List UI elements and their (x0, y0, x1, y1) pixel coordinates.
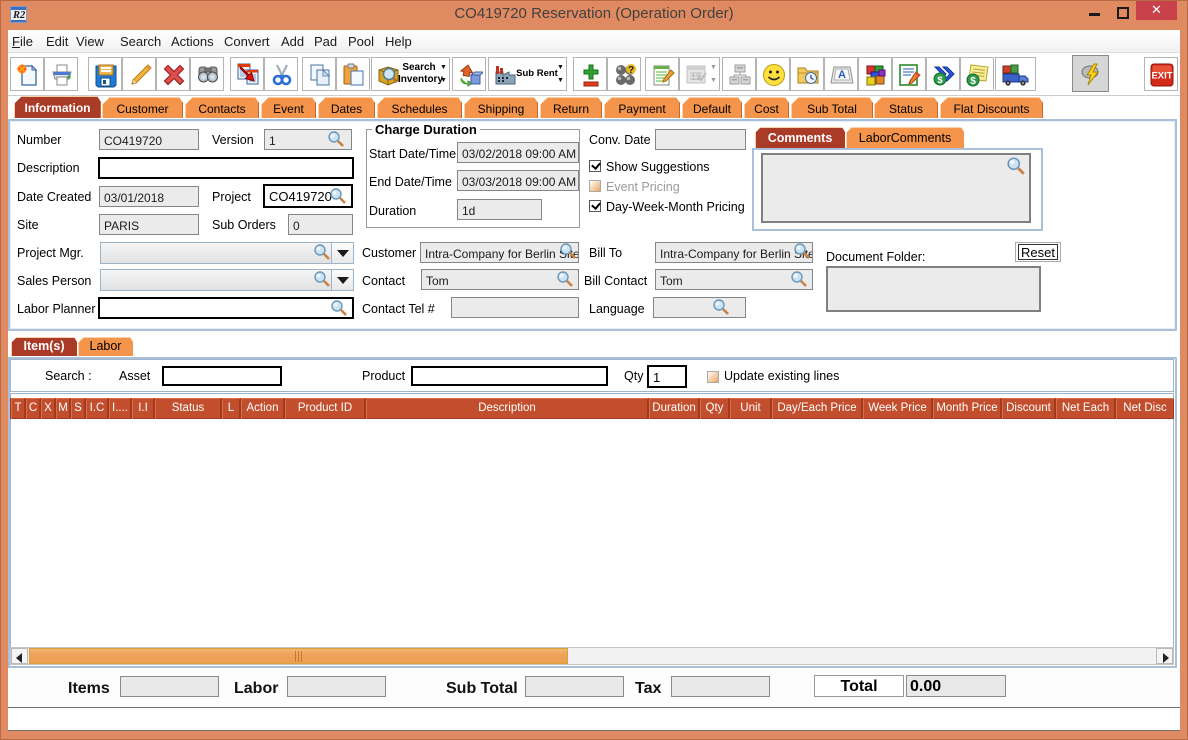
svg-text:$: $ (970, 76, 976, 87)
svg-text:$: $ (937, 75, 943, 86)
svg-text:EXIT: EXIT (1151, 71, 1172, 82)
svg-text:A: A (838, 69, 846, 81)
svg-text:?: ? (628, 65, 634, 76)
